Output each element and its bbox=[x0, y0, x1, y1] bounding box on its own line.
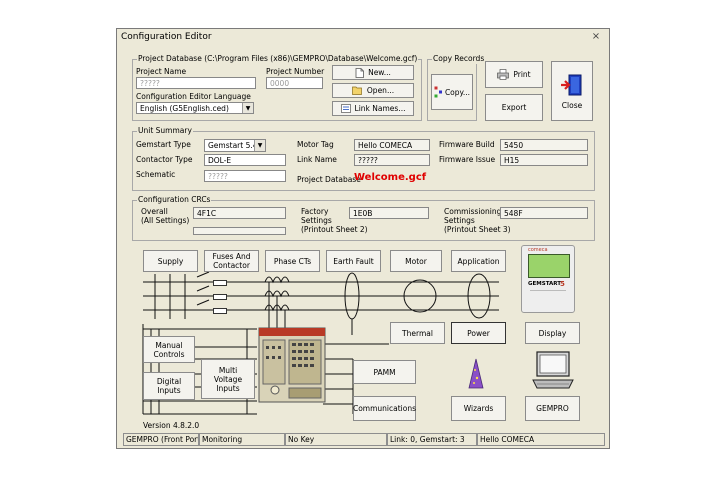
status-port: GEMPRO (Front Port) bbox=[123, 433, 199, 446]
manual-controls-button[interactable]: Manual Controls bbox=[143, 336, 195, 363]
digital-inputs-button[interactable]: Digital Inputs bbox=[143, 372, 195, 400]
power-button[interactable]: Power bbox=[451, 322, 506, 344]
configuration-editor-window: Configuration Editor × Project Database … bbox=[116, 28, 610, 449]
earth-fault-button[interactable]: Earth Fault bbox=[326, 250, 381, 272]
status-key: No Key bbox=[285, 433, 387, 446]
phase-cts-button[interactable]: Phase CTs bbox=[265, 250, 320, 272]
gemstart-device-image bbox=[258, 327, 326, 403]
supply-button[interactable]: Supply bbox=[143, 250, 198, 272]
device-keypad bbox=[530, 290, 566, 307]
laptop-icon bbox=[532, 351, 574, 389]
wizard-hat-icon bbox=[468, 358, 484, 389]
fuse-icon bbox=[213, 280, 227, 286]
application-button[interactable]: Application bbox=[451, 250, 506, 272]
status-link: Link: 0, Gemstart: 3 bbox=[387, 433, 477, 446]
thermal-button[interactable]: Thermal bbox=[390, 322, 445, 344]
wizards-button[interactable]: Wizards bbox=[451, 396, 506, 421]
fuse-icon bbox=[213, 294, 227, 300]
gempro-button[interactable]: GEMPRO bbox=[525, 396, 580, 421]
motor-button[interactable]: Motor bbox=[390, 250, 442, 272]
device-model-number: 5 bbox=[560, 280, 565, 288]
display-unit-image: comeca GEMSTART 5 bbox=[521, 245, 575, 313]
display-button[interactable]: Display bbox=[525, 322, 580, 344]
fuses-contactor-button[interactable]: Fuses And Contactor bbox=[204, 250, 259, 272]
device-model-label: GEMSTART bbox=[528, 281, 562, 287]
status-mode: Monitoring bbox=[199, 433, 285, 446]
status-tag: Hello COMECA bbox=[477, 433, 605, 446]
fuse-icon bbox=[213, 308, 227, 314]
version-label: Version 4.8.2.0 bbox=[143, 421, 200, 430]
lcd-screen bbox=[528, 254, 570, 278]
multi-voltage-inputs-button[interactable]: Multi Voltage Inputs bbox=[201, 359, 255, 399]
pamm-button[interactable]: PAMM bbox=[353, 360, 416, 384]
device-brand-logo: comeca bbox=[528, 247, 548, 253]
communications-button[interactable]: Communications bbox=[353, 396, 416, 421]
